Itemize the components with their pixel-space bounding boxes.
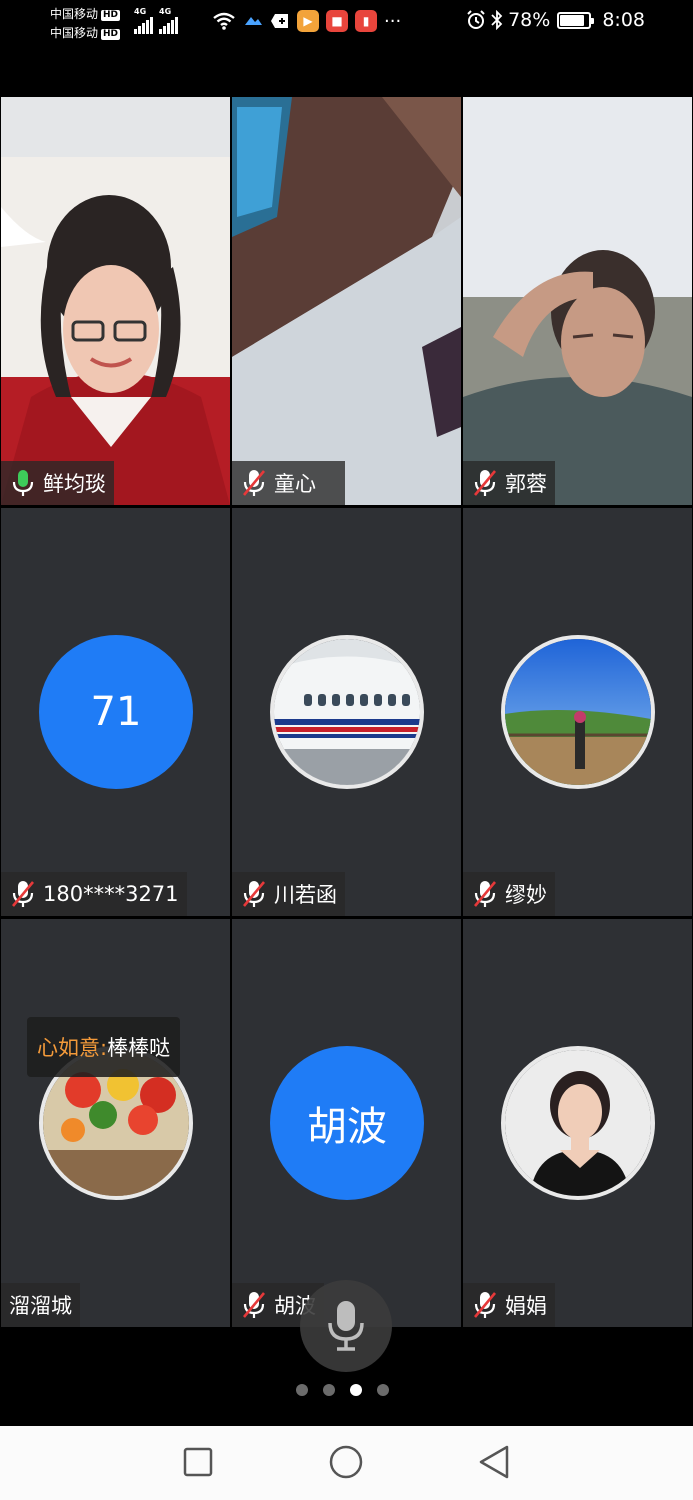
video-player-app-icon: ▶ <box>297 10 319 32</box>
participant-name: 童心 <box>274 472 337 496</box>
landscape-photo-icon <box>505 639 651 785</box>
page-indicator <box>296 1384 389 1396</box>
notification-icons: ▶ ■ ▮ ··· <box>212 10 401 32</box>
signal-strength-icon: 4G <box>134 7 153 34</box>
mic-muted-icon <box>474 881 496 907</box>
airplane-photo-icon <box>274 639 420 785</box>
page-dot[interactable] <box>377 1384 389 1396</box>
reader-app-icon: ▮ <box>355 10 377 32</box>
page-dot[interactable] <box>323 1384 335 1396</box>
camera-app-icon: ■ <box>326 10 348 32</box>
back-triangle-icon <box>479 1445 509 1479</box>
mic-muted-icon <box>474 470 496 496</box>
participant-tile[interactable]: 川若函 <box>232 508 461 916</box>
avatar-initials: 71 <box>90 689 142 735</box>
participant-video <box>232 97 461 505</box>
participant-name: 娟娟 <box>505 1294 547 1318</box>
participant-name: 缪妙 <box>505 883 547 907</box>
recents-button[interactable] <box>178 1442 218 1482</box>
participant-grid: 鲜均琰 童心 郭蓉 71 180****3271 川若函 缪妙 溜溜城 胡波 胡… <box>0 97 693 1327</box>
participant-name: 180****3271 <box>43 882 179 906</box>
signal-icons: 4G 4G <box>134 7 178 34</box>
wifi-icon <box>213 12 235 30</box>
battery-icon <box>557 11 595 29</box>
chat-sender: 心如意: <box>37 1036 108 1060</box>
mic-muted-icon <box>12 881 34 907</box>
participant-tile[interactable]: 娟娟 <box>463 919 692 1327</box>
mic-muted-icon <box>474 1292 496 1318</box>
participant-name-bar: 童心 <box>232 461 345 505</box>
participant-tile[interactable]: 郭蓉 <box>463 97 692 505</box>
page-dot-active[interactable] <box>350 1384 362 1396</box>
carrier-info: 中国移动 HD 中国移动 HD <box>50 5 121 43</box>
participant-video <box>1 97 230 505</box>
tag-app-icon <box>271 14 288 28</box>
participant-name: 鲜均琰 <box>43 472 106 496</box>
participant-avatar <box>501 1046 655 1200</box>
microphone-button[interactable] <box>300 1280 392 1372</box>
participant-name-bar: 娟娟 <box>463 1283 555 1327</box>
recents-square-icon <box>183 1447 213 1477</box>
mic-on-icon <box>12 470 34 496</box>
participant-avatar: 胡波 <box>270 1046 424 1200</box>
more-notifications: ··· <box>384 10 402 32</box>
microphone-icon <box>328 1301 364 1351</box>
system-navigation-bar <box>0 1426 693 1500</box>
network-type-2: 4G <box>159 7 172 16</box>
participant-name: 川若函 <box>274 883 337 907</box>
mic-muted-icon <box>243 881 265 907</box>
participant-tile[interactable]: 童心 <box>232 97 461 505</box>
hd-badge: HD <box>101 29 121 40</box>
participant-avatar: 71 <box>39 635 193 789</box>
participant-name-bar: 缪妙 <box>463 872 555 916</box>
battery-percent: 78% <box>508 9 551 31</box>
portrait-photo-icon <box>505 1050 651 1196</box>
network-type-1: 4G <box>134 7 147 16</box>
status-right: 78% 8:08 <box>466 9 645 31</box>
mic-muted-icon <box>243 470 265 496</box>
cloud-app-icon <box>245 17 262 25</box>
participant-name-bar: 溜溜城 <box>1 1283 80 1327</box>
clock-time: 8:08 <box>602 9 645 31</box>
participant-tile[interactable]: 胡波 胡波 <box>232 919 461 1327</box>
participant-name-bar: 郭蓉 <box>463 461 555 505</box>
participant-avatar <box>270 635 424 789</box>
chat-message-bubble[interactable]: 心如意: 棒棒哒 <box>27 1017 181 1077</box>
participant-video <box>463 97 692 505</box>
hd-badge: HD <box>101 10 121 21</box>
back-button[interactable] <box>474 1442 514 1482</box>
chat-message-text: 棒棒哒 <box>107 1036 171 1060</box>
carrier-2: 中国移动 <box>50 26 99 40</box>
status-bar: 中国移动 HD 中国移动 HD 4G 4G ▶ ■ ▮ ··· 78% 8:08 <box>0 0 693 50</box>
carrier-1: 中国移动 <box>50 7 99 21</box>
mic-muted-icon <box>243 1292 265 1318</box>
participant-name: 溜溜城 <box>9 1294 72 1318</box>
participant-name-bar: 鲜均琰 <box>1 461 114 505</box>
home-button[interactable] <box>326 1442 366 1482</box>
participant-avatar <box>501 635 655 789</box>
bluetooth-icon <box>491 10 503 30</box>
alarm-icon <box>467 10 485 29</box>
page-dot[interactable] <box>296 1384 308 1396</box>
participant-name: 郭蓉 <box>505 472 547 496</box>
participant-name-bar: 180****3271 <box>1 872 187 916</box>
avatar-initials: 胡波 <box>307 1104 387 1150</box>
signal-strength-icon: 4G <box>159 7 178 34</box>
participant-tile[interactable]: 71 180****3271 <box>1 508 230 916</box>
home-circle-icon <box>329 1445 363 1479</box>
participant-name-bar: 川若函 <box>232 872 345 916</box>
participant-tile[interactable]: 鲜均琰 <box>1 97 230 505</box>
participant-tile[interactable]: 缪妙 <box>463 508 692 916</box>
participant-tile[interactable]: 溜溜城 <box>1 919 230 1327</box>
